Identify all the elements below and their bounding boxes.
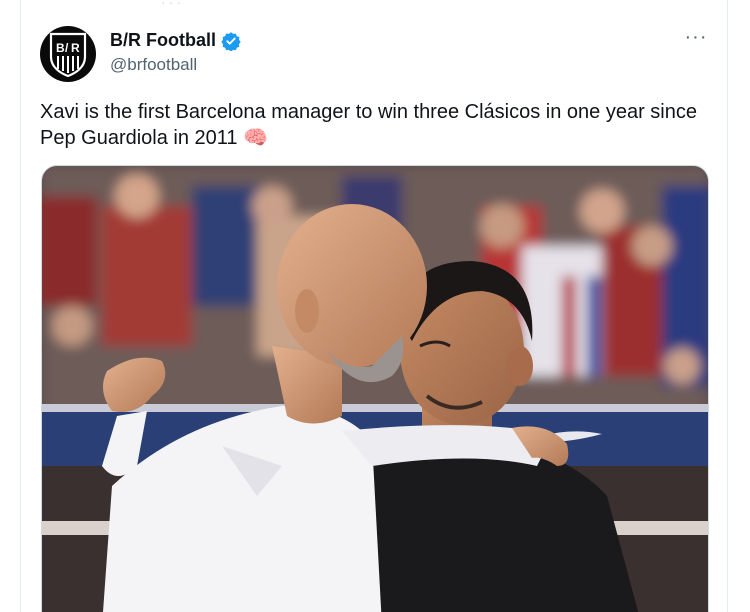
tweet-card[interactable]: ··· B / R B/R Football @brfootball ··· X… bbox=[20, 0, 728, 612]
tweet-photo[interactable] bbox=[41, 165, 709, 612]
avatar[interactable]: B / R bbox=[40, 26, 96, 82]
more-options-icon[interactable]: ··· bbox=[681, 27, 711, 52]
author-display-name[interactable]: B/R Football bbox=[110, 30, 216, 51]
previous-tweet-edge: ··· bbox=[161, 0, 184, 10]
tweet-text: Xavi is the first Barcelona manager to w… bbox=[40, 101, 697, 149]
br-shield-logo-icon: B / R bbox=[49, 32, 87, 77]
verified-badge-icon bbox=[221, 31, 241, 51]
svg-text:B: B bbox=[56, 41, 65, 55]
photo-two-managers-embracing bbox=[42, 166, 708, 612]
svg-text:R: R bbox=[71, 41, 80, 55]
author-handle[interactable]: @brfootball bbox=[110, 55, 197, 75]
author-name-row[interactable]: B/R Football bbox=[110, 30, 241, 51]
